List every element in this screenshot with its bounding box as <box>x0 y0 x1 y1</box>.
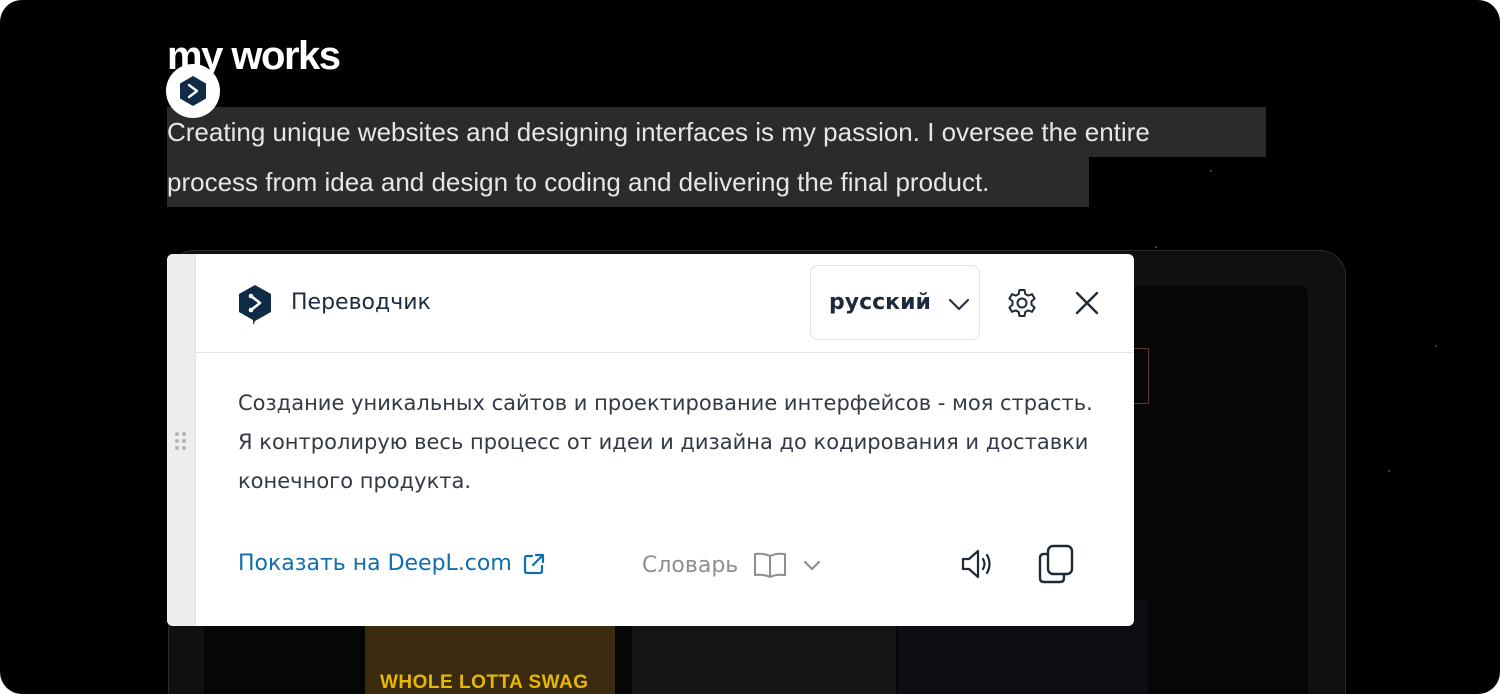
open-deepl-link-label: Показать на DeepL.com <box>238 551 512 576</box>
speaker-icon[interactable] <box>959 545 997 583</box>
selected-text-line[interactable]: Creating unique websites and designing i… <box>167 107 1266 157</box>
chevron-down-icon <box>804 560 821 571</box>
deepl-logo-icon <box>180 76 206 106</box>
close-icon[interactable] <box>1074 290 1100 316</box>
website-background: my works Creating unique websites and de… <box>0 0 1500 694</box>
poster-caption: WHOLE LOTTA SWAG <box>380 672 589 693</box>
drag-handle-icon <box>175 432 186 450</box>
dictionary-label: Словарь <box>642 552 739 578</box>
target-language-label: русский <box>829 290 931 315</box>
star-dot <box>1210 170 1212 172</box>
copy-icon[interactable] <box>1036 543 1076 585</box>
selected-text-line[interactable]: process from idea and design to coding a… <box>167 157 1089 207</box>
translation-text: Создание уникальных сайтов и проектирова… <box>238 391 1093 493</box>
deepl-translate-badge[interactable] <box>166 64 220 118</box>
deepl-logo-icon <box>237 284 273 331</box>
translator-popup: Переводчик русский Создание уникальных с… <box>167 254 1134 626</box>
translator-title: Переводчик <box>291 290 431 315</box>
star-dot <box>1155 246 1157 248</box>
dictionary-button[interactable]: Словарь <box>642 551 822 579</box>
target-language-select[interactable]: русский <box>810 265 980 340</box>
drag-handle[interactable] <box>167 254 196 626</box>
gear-icon[interactable] <box>1006 287 1038 319</box>
star-dot <box>1388 470 1390 472</box>
open-deepl-link[interactable]: Показать на DeepL.com <box>238 551 546 576</box>
translator-header: Переводчик русский <box>196 254 1134 353</box>
book-icon <box>754 552 787 578</box>
external-link-icon <box>523 553 544 574</box>
star-dot <box>1435 345 1437 347</box>
chevron-down-icon <box>948 298 970 311</box>
